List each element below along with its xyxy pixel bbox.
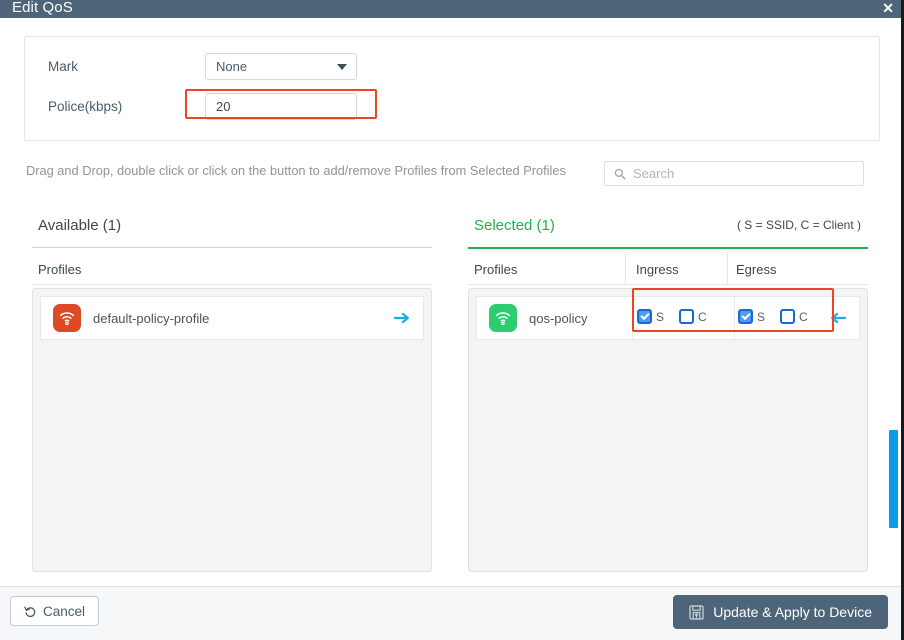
arrow-left-icon[interactable] <box>829 309 847 327</box>
list-item[interactable]: qos-policy S C S C <box>476 296 860 340</box>
selected-tab-underline <box>468 247 868 249</box>
chevron-down-icon <box>337 63 347 70</box>
row-divider-egress <box>734 297 735 339</box>
dialog-footer: Cancel Update & Apply to Device <box>0 587 901 640</box>
cancel-button[interactable]: Cancel <box>10 596 100 626</box>
dialog-title: Edit QoS <box>12 0 73 16</box>
row-divider-ingress <box>632 297 633 339</box>
update-apply-button[interactable]: Update & Apply to Device <box>673 595 888 629</box>
mark-row: Mark None <box>25 51 879 81</box>
qos-form-card: Mark None Police(kbps) 20 <box>24 36 880 141</box>
selected-profiles-panel: qos-policy S C S C <box>468 288 868 572</box>
edit-qos-dialog: Edit QoS ✕ ··· ··· ·· ···· ·· Mark None … <box>0 0 904 640</box>
egress-client-checkbox[interactable] <box>780 309 796 324</box>
arrow-right-icon[interactable] <box>393 309 411 327</box>
profile-name: qos-policy <box>529 310 588 326</box>
ingress-ssid-checkbox[interactable] <box>637 309 652 324</box>
police-row: Police(kbps) 20 <box>25 91 879 121</box>
police-label: Police(kbps) <box>48 98 123 114</box>
tab-available[interactable]: Available (1) <box>38 217 121 234</box>
tab-selected[interactable]: Selected (1) <box>474 217 555 234</box>
search-input[interactable]: Search <box>604 161 864 186</box>
egress-checkbox-group: S C <box>738 309 820 324</box>
wifi-icon <box>489 304 517 332</box>
selected-column-profiles: Profiles <box>474 262 518 277</box>
update-apply-button-label: Update & Apply to Device <box>713 604 872 620</box>
available-column-profiles: Profiles <box>38 262 82 277</box>
available-tab-underline <box>32 247 432 248</box>
ingress-client-label: C <box>698 309 707 324</box>
clipped-scrolled-text: ··· ··· ·· ···· ·· <box>110 22 370 31</box>
police-input-value: 20 <box>216 98 231 114</box>
ingress-client-checkbox[interactable] <box>679 309 695 324</box>
dialog-titlebar: Edit QoS ✕ <box>0 0 901 18</box>
police-input[interactable]: 20 <box>205 92 357 120</box>
egress-ssid-checkbox[interactable] <box>738 309 753 324</box>
mark-select[interactable]: None <box>205 52 357 80</box>
mark-label: Mark <box>48 58 78 74</box>
ingress-checkbox-group: S C <box>637 309 719 324</box>
header-divider-egress <box>727 252 728 284</box>
selected-header-rule <box>468 284 868 285</box>
ssid-client-legend: ( S = SSID, C = Client ) <box>736 218 861 232</box>
search-icon <box>614 168 626 180</box>
save-floppy-icon <box>689 604 704 620</box>
drag-drop-helper-text: Drag and Drop, double click or click on … <box>26 163 566 178</box>
vertical-scrollbar-track[interactable] <box>889 0 898 640</box>
undo-arrow-icon <box>24 605 36 617</box>
profile-name: default-policy-profile <box>93 310 210 326</box>
egress-ssid-label: S <box>757 309 766 324</box>
list-item[interactable]: default-policy-profile <box>40 296 424 340</box>
egress-client-label: C <box>799 309 808 324</box>
vertical-scrollbar-thumb[interactable] <box>889 430 898 528</box>
selected-column-egress: Egress <box>736 262 777 277</box>
wifi-icon <box>53 304 81 332</box>
selected-column-ingress: Ingress <box>636 262 679 277</box>
header-divider-ingress <box>625 252 626 284</box>
search-placeholder: Search <box>633 166 675 181</box>
available-profiles-panel: default-policy-profile <box>32 288 432 572</box>
available-header-rule <box>32 284 432 285</box>
ingress-ssid-label: S <box>656 309 665 324</box>
cancel-button-label: Cancel <box>43 603 86 619</box>
mark-select-value: None <box>216 58 248 74</box>
